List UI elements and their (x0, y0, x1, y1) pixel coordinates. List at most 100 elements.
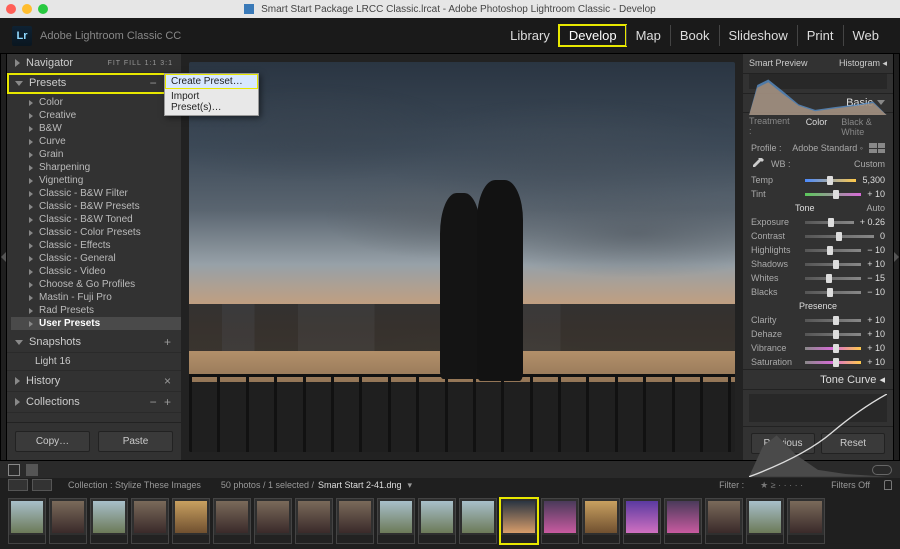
module-book[interactable]: Book (670, 25, 719, 46)
tint-value[interactable]: + 10 (867, 189, 885, 199)
filmstrip-thumb[interactable] (336, 498, 374, 544)
shadows-value[interactable]: + 10 (867, 259, 885, 269)
navigator-modes[interactable]: FIT FILL 1:1 3:1 (108, 60, 173, 67)
filmstrip-thumb[interactable] (664, 498, 702, 544)
filmstrip-thumb[interactable] (623, 498, 661, 544)
temp-value[interactable]: 5,300 (862, 175, 885, 185)
filmstrip-thumb[interactable] (295, 498, 333, 544)
current-filename[interactable]: Smart Start 2-41.dng (318, 480, 402, 490)
presets-header[interactable]: Presets − + (7, 73, 181, 94)
collection-path[interactable]: Collection : Stylize These Images (68, 480, 201, 490)
histogram-header[interactable]: Histogram ◂ (839, 58, 887, 69)
preset-folder[interactable]: B&W (11, 122, 181, 135)
filmstrip-thumb[interactable] (582, 498, 620, 544)
blacks-slider[interactable] (805, 291, 861, 294)
rating-filter[interactable]: ★ ≥ · · · · · (760, 480, 803, 491)
snapshots-header[interactable]: Snapshots + (7, 332, 181, 353)
module-library[interactable]: Library (501, 25, 559, 46)
module-slideshow[interactable]: Slideshow (719, 25, 797, 46)
preset-folder[interactable]: Color (11, 96, 181, 109)
tone-curve[interactable] (749, 394, 887, 422)
preset-folder[interactable]: Classic - Color Presets (11, 226, 181, 239)
filmstrip-thumb[interactable] (418, 498, 456, 544)
auto-tone-button[interactable]: Auto (866, 203, 885, 213)
loupe-view-icon[interactable] (8, 464, 20, 476)
profile-browser-icon[interactable] (869, 143, 885, 153)
filmstrip-thumb[interactable] (8, 498, 46, 544)
histogram[interactable] (749, 74, 887, 89)
saturation-slider[interactable] (805, 361, 861, 364)
temp-slider[interactable] (805, 179, 856, 182)
filmstrip-thumb[interactable] (254, 498, 292, 544)
history-clear[interactable]: × (164, 374, 173, 388)
filmstrip-thumb[interactable] (541, 498, 579, 544)
wb-dropdown[interactable]: Custom (854, 159, 885, 169)
dehaze-slider[interactable] (805, 333, 861, 336)
filmstrip-thumb[interactable] (90, 498, 128, 544)
preset-folder[interactable]: Classic - B&W Filter (11, 187, 181, 200)
filmstrip-thumb[interactable] (49, 498, 87, 544)
filmstrip[interactable] (0, 492, 900, 549)
filmstrip-thumb[interactable] (787, 498, 825, 544)
contrast-slider[interactable] (805, 235, 874, 238)
second-window-icon[interactable] (8, 479, 28, 491)
snapshot-item[interactable]: Light 16 (7, 353, 181, 371)
chevron-down-icon[interactable]: ▾ (408, 480, 413, 491)
navigator-header[interactable]: Navigator FIT FILL 1:1 3:1 (7, 54, 181, 73)
create-preset-item[interactable]: Create Preset… (165, 74, 258, 89)
module-print[interactable]: Print (797, 25, 843, 46)
exposure-value[interactable]: + 0.26 (860, 217, 885, 227)
saturation-value[interactable]: + 10 (867, 357, 885, 367)
tint-slider[interactable] (805, 193, 861, 196)
preset-folder[interactable]: Classic - Effects (11, 239, 181, 252)
blacks-value[interactable]: − 10 (867, 287, 885, 297)
preset-folder[interactable]: Curve (11, 135, 181, 148)
grid-view-icon[interactable] (32, 479, 52, 491)
preset-folder[interactable]: Rad Presets (11, 304, 181, 317)
filmstrip-thumb[interactable] (131, 498, 169, 544)
left-panel-collapse[interactable] (0, 54, 7, 460)
filter-lock-icon[interactable] (884, 480, 892, 490)
tonecurve-header[interactable]: Tone Curve ◂ (743, 369, 893, 390)
exposure-slider[interactable] (805, 221, 854, 224)
filmstrip-thumb[interactable] (377, 498, 415, 544)
preview-image[interactable] (189, 62, 735, 452)
import-preset-item[interactable]: Import Preset(s)… (165, 89, 258, 115)
module-develop[interactable]: Develop (559, 25, 626, 46)
filters-off-label[interactable]: Filters Off (831, 480, 870, 490)
vibrance-value[interactable]: + 10 (867, 343, 885, 353)
profile-value[interactable]: Adobe Standard ◦ (792, 143, 863, 153)
filmstrip-thumb[interactable] (500, 498, 538, 544)
preset-folder[interactable]: User Presets (11, 317, 181, 330)
highlights-slider[interactable] (805, 249, 861, 252)
filmstrip-thumb[interactable] (213, 498, 251, 544)
preset-folder[interactable]: Creative (11, 109, 181, 122)
snapshots-add[interactable]: + (164, 335, 173, 349)
right-panel-collapse[interactable] (893, 54, 900, 460)
preset-folder[interactable]: Choose & Go Profiles (11, 278, 181, 291)
whites-slider[interactable] (805, 277, 861, 280)
treatment-bw[interactable]: Black & White (837, 116, 887, 138)
clarity-slider[interactable] (805, 319, 861, 322)
preset-folder[interactable]: Classic - Video (11, 265, 181, 278)
preset-folder[interactable]: Mastin - Fuji Pro (11, 291, 181, 304)
filmstrip-thumb[interactable] (172, 498, 210, 544)
dehaze-value[interactable]: + 10 (867, 329, 885, 339)
vibrance-slider[interactable] (805, 347, 861, 350)
treatment-color[interactable]: Color (802, 116, 832, 138)
before-after-icon[interactable] (26, 464, 38, 476)
preset-folder[interactable]: Vignetting (11, 174, 181, 187)
preset-folder[interactable]: Grain (11, 148, 181, 161)
copy-button[interactable]: Copy… (15, 431, 90, 452)
filmstrip-thumb[interactable] (459, 498, 497, 544)
preset-folder[interactable]: Classic - B&W Presets (11, 200, 181, 213)
preset-folder[interactable]: Classic - B&W Toned (11, 213, 181, 226)
filmstrip-thumb[interactable] (746, 498, 784, 544)
preset-folder[interactable]: Sharpening (11, 161, 181, 174)
clarity-value[interactable]: + 10 (867, 315, 885, 325)
contrast-value[interactable]: 0 (880, 231, 885, 241)
history-header[interactable]: History × (7, 371, 181, 392)
collections-add-remove[interactable]: − + (150, 395, 173, 409)
filmstrip-thumb[interactable] (705, 498, 743, 544)
shadows-slider[interactable] (805, 263, 861, 266)
